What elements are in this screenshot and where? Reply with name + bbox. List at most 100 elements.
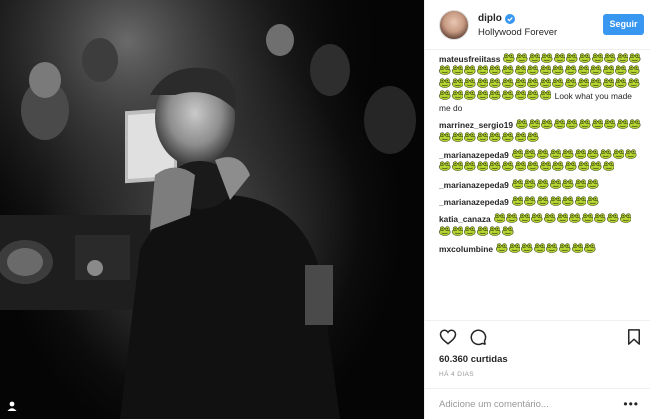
frog-emoji-icon <box>539 65 552 76</box>
frog-emoji-icon <box>615 65 627 76</box>
comment-username[interactable]: _marianazepeda9 <box>439 197 509 207</box>
frog-emoji-icon <box>451 225 464 236</box>
comment-username[interactable]: katia_canaza <box>439 214 491 224</box>
frog-emoji-icon <box>502 161 514 172</box>
frog-emoji-icon <box>514 132 527 142</box>
frog-emoji-icon <box>539 77 552 88</box>
frog-emoji-icon <box>524 196 536 206</box>
frog-emoji-icon <box>476 225 489 236</box>
frog-emoji-icon <box>464 225 476 236</box>
frog-emoji-icon <box>451 161 464 172</box>
frog-emoji-icon <box>464 132 476 142</box>
bookmark-icon[interactable] <box>625 328 643 346</box>
frog-emoji-icon <box>549 149 562 160</box>
likes-count[interactable]: 60.360 curtidas <box>439 354 508 365</box>
frog-emoji-icon <box>587 196 599 206</box>
frog-emoji-icon <box>464 161 476 172</box>
frog-emoji-icon <box>521 243 533 253</box>
frog-emoji-icon <box>556 213 569 224</box>
frog-emoji-icon <box>541 53 553 63</box>
frog-emoji-icon <box>594 213 606 224</box>
location-link[interactable]: Hollywood Forever <box>478 27 557 38</box>
frog-emoji-icon <box>439 132 451 142</box>
comment-bubble-icon[interactable] <box>469 328 487 346</box>
frog-emoji-icon <box>464 90 476 100</box>
comment-item: _marianazepeda9 <box>439 196 644 208</box>
comment-username[interactable]: mxcolumbine <box>439 244 493 254</box>
frog-emoji-icon <box>464 77 476 88</box>
frog-emoji-icon <box>516 119 528 130</box>
frog-emoji-icon <box>539 90 552 100</box>
frog-emoji-icon <box>537 196 549 206</box>
frog-emoji-icon <box>574 196 587 206</box>
frog-emoji-icon <box>511 179 524 189</box>
frog-emoji-icon <box>511 149 524 160</box>
frog-emoji-icon <box>587 149 599 160</box>
frog-emoji-icon <box>476 90 489 100</box>
comment-item: marrinez_sergio19 <box>439 119 644 144</box>
comment-username[interactable]: _marianazepeda9 <box>439 180 509 190</box>
comments-list: mateusfreiitass Look what you made me do… <box>439 53 644 323</box>
comment-item: _marianazepeda9 <box>439 179 644 191</box>
follow-button[interactable]: Seguir <box>603 14 644 35</box>
frog-emoji-icon <box>577 77 590 88</box>
frog-emoji-icon <box>524 149 536 160</box>
frog-emoji-icon <box>574 149 587 160</box>
frog-emoji-icon <box>615 77 627 88</box>
username-row[interactable]: diplo <box>478 13 515 24</box>
frog-emoji-icon <box>629 53 641 63</box>
frog-emoji-icon <box>528 119 541 130</box>
comment-username[interactable]: mateusfreiitass <box>439 54 500 64</box>
frog-emoji-icon <box>489 77 501 88</box>
comment-username[interactable]: _marianazepeda9 <box>439 150 509 160</box>
tag-icon[interactable] <box>6 400 20 414</box>
frog-emoji-icon <box>619 213 632 224</box>
frog-emoji-icon <box>584 243 596 253</box>
heart-icon[interactable] <box>439 328 457 346</box>
frog-emoji-icon <box>518 213 531 224</box>
frog-emoji-icon <box>502 132 514 142</box>
frog-emoji-icon <box>553 119 566 130</box>
frog-emoji-icon <box>581 213 594 224</box>
frog-emoji-icon <box>493 213 506 224</box>
frog-emoji-icon <box>602 65 615 76</box>
frog-emoji-icon <box>604 53 616 63</box>
frog-emoji-icon <box>616 53 629 63</box>
frog-emoji-icon <box>566 119 578 130</box>
frog-emoji-icon <box>496 243 508 253</box>
avatar[interactable] <box>439 10 469 40</box>
post-photo[interactable] <box>0 0 424 419</box>
frog-emoji-icon <box>464 65 476 76</box>
frog-emoji-icon <box>531 213 543 224</box>
frog-emoji-icon <box>607 213 619 224</box>
frog-emoji-icon <box>628 65 640 76</box>
frog-emoji-icon <box>439 65 451 76</box>
frog-emoji-icon <box>602 161 615 172</box>
frog-emoji-icon <box>577 65 590 76</box>
frog-emoji-icon <box>590 65 602 76</box>
frog-emoji-icon <box>514 65 527 76</box>
frog-emoji-icon <box>587 179 599 189</box>
frog-emoji-icon <box>451 65 464 76</box>
frog-emoji-icon <box>508 243 521 253</box>
comment-input[interactable]: Adicione um comentário... <box>439 399 549 410</box>
frog-emoji-icon <box>579 53 591 63</box>
more-options-icon[interactable]: ••• <box>623 397 639 411</box>
frog-emoji-icon <box>549 196 562 206</box>
add-comment-bar[interactable]: Adicione um comentário... ••• <box>425 388 650 419</box>
comment-username[interactable]: marrinez_sergio19 <box>439 120 513 130</box>
frog-emoji-icon <box>451 77 464 88</box>
frog-emoji-icon <box>451 90 464 100</box>
frog-emoji-icon <box>502 65 514 76</box>
frog-emoji-icon <box>489 65 501 76</box>
frog-emoji-icon <box>562 149 574 160</box>
frog-emoji-icon <box>514 90 527 100</box>
frog-emoji-icon <box>590 77 602 88</box>
frog-emoji-icon <box>533 243 546 253</box>
frog-emoji-icon <box>439 90 451 100</box>
frog-emoji-icon <box>574 179 587 189</box>
username[interactable]: diplo <box>478 13 502 24</box>
frog-emoji-icon <box>629 119 641 130</box>
frog-emoji-icon <box>602 77 615 88</box>
frog-emoji-icon <box>451 132 464 142</box>
